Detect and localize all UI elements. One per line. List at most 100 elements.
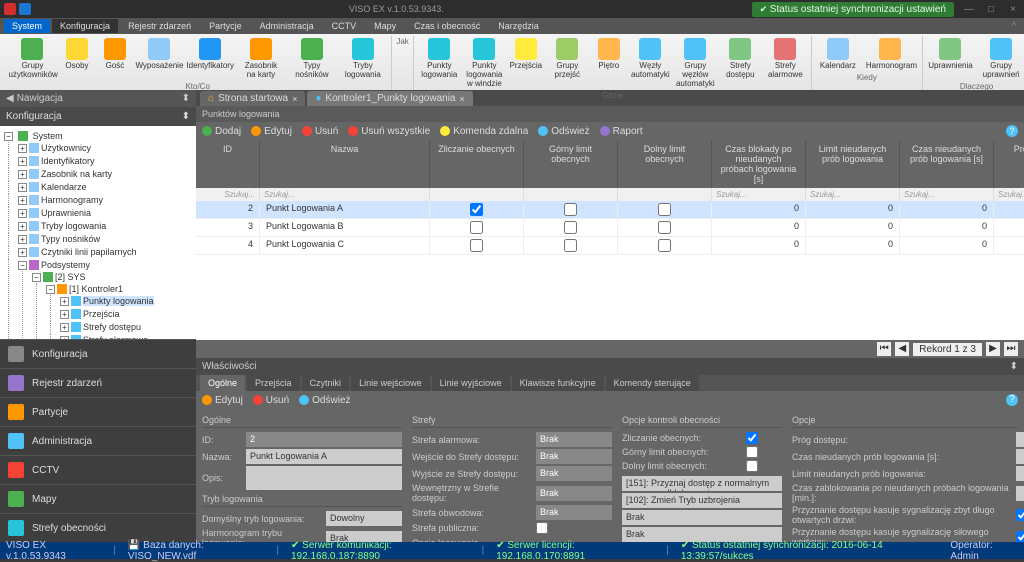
props-tab-klawisze[interactable]: Klawisze funkcyjne [512,375,604,391]
tree-node[interactable]: Harmonogramy [41,195,103,205]
filter-gorny[interactable] [524,188,618,201]
wejscie-field[interactable]: Brak [536,449,612,464]
tree-node[interactable]: Użytkownicy [41,143,91,153]
ribbon-button[interactable]: Punkty logowania [418,36,461,90]
nav-next[interactable]: ▶ [986,342,1000,356]
tree-toggle[interactable]: + [18,183,27,192]
edit-button[interactable]: Edytuj [251,126,292,137]
close-button[interactable]: × [1006,4,1020,15]
menu-czas[interactable]: Czas i obecność [406,19,488,33]
tree-toggle[interactable]: + [18,144,27,153]
remote-cmd-button[interactable]: Komenda zdalna [440,126,528,137]
close-tab-icon[interactable]: × [460,94,465,104]
props-tab-linie-wyj[interactable]: Linie wyjściowe [432,375,510,391]
ribbon-button[interactable]: Grupy uprawnień [976,36,1024,81]
col-dolny[interactable]: Dolny limit obecnych [618,140,712,188]
tree-node[interactable]: Identyfikatory [41,156,95,166]
tree-node[interactable]: Tryby logowania [41,221,106,231]
gorny-check[interactable] [746,446,758,458]
tree-toggle[interactable]: − [32,273,41,282]
left-nav-item[interactable]: Rejestr zdarzeń [0,368,196,397]
filter-nazwa[interactable]: Szukaj... [260,188,430,201]
tree-toggle[interactable]: + [18,235,27,244]
menu-mapy[interactable]: Mapy [366,19,404,33]
props-tab-czytniki[interactable]: Czytniki [302,375,350,391]
col-gorny[interactable]: Górny limit obecnych [524,140,618,188]
help-icon[interactable]: ? [1006,125,1018,137]
col-czas-nieu[interactable]: Czas nieudanych prób logowania [s] [900,140,994,188]
nazwa-field[interactable]: Punkt Logowania A [246,449,402,464]
tree-node-podsystemy[interactable]: Podsystemy [41,260,90,270]
col-limit[interactable]: Limit nieudanych prób logowania [806,140,900,188]
col-zliczanie[interactable]: Zliczanie obecnych [430,140,524,188]
delete-all-button[interactable]: Usuń wszystkie [348,126,430,137]
filter-id[interactable]: Szukaj... [196,188,260,201]
tree-toggle[interactable]: + [18,209,27,218]
tree-node[interactable]: Typy nośników [41,234,100,244]
left-nav-item[interactable]: Mapy [0,484,196,513]
checkbox[interactable] [564,203,577,216]
tree-toggle[interactable]: + [60,310,69,319]
ribbon-button[interactable]: Identyfikatory [186,36,235,81]
tree-toggle[interactable]: − [46,285,55,294]
ribbon-button[interactable]: Kalendarz [816,36,860,72]
left-nav-item[interactable]: Konfiguracja [0,339,196,368]
col-id[interactable]: ID [196,140,260,188]
menu-administracja[interactable]: Administracja [252,19,322,33]
prog-field[interactable]: 1 [1016,432,1024,447]
table-row[interactable]: 2 Punkt Logowania A 0 0 0 Brak [196,201,1024,219]
ribbon-button[interactable]: Węzły automatyki [629,36,672,90]
tree-node[interactable]: Czytniki linii papilarnych [41,247,137,257]
menu-cctv[interactable]: CCTV [324,19,365,33]
menu-system[interactable]: System [4,19,50,33]
czas-nieu-field[interactable]: Brak [1016,449,1024,464]
wyjscie-field[interactable]: Brak [536,466,612,481]
filter-zlicz[interactable] [430,188,524,201]
checkbox[interactable] [470,239,483,252]
tree-node-sys[interactable]: [2] SYS [55,272,86,282]
refresh-button[interactable]: Odśwież [538,126,589,137]
menu-partycje[interactable]: Partycje [201,19,250,33]
tree-node[interactable]: Punkty logowania [83,296,154,306]
tree-toggle[interactable]: + [18,222,27,231]
checkbox[interactable] [658,239,671,252]
ribbon-button[interactable]: Harmonogram [862,36,918,72]
ribbon-button[interactable]: Osoby [59,36,95,81]
props-tab-ogolne[interactable]: Ogólne [200,375,245,391]
strefa-alarm-field[interactable]: Brak [536,432,612,447]
left-nav-item[interactable]: Partycje [0,397,196,426]
ribbon-button[interactable]: Grupy węzłów automatyki [674,36,717,90]
table-row[interactable]: 3 Punkt Logowania B 0 0 0 Brak [196,219,1024,237]
log-zwykle-val2[interactable]: [151]: Przyznaj dostęp z normalnym czase… [622,476,782,491]
nav-last[interactable]: ⏭ [1004,342,1018,356]
ribbon-button[interactable]: Zasobnik na karty [236,36,285,81]
dolny-check[interactable] [746,460,758,472]
strefa-obw-field[interactable]: Brak [536,505,612,520]
tree-toggle[interactable]: + [18,170,27,179]
tab-punkty-logowania[interactable]: ● Kontroler1_Punkty logowania × [307,91,472,106]
tree-toggle[interactable]: + [18,248,27,257]
checkbox[interactable] [470,221,483,234]
col-nazwa[interactable]: Nazwa [260,140,430,188]
ribbon-button[interactable]: Strefy alarmowe [764,36,807,90]
ribbon-button[interactable]: Grupy przejść [546,36,589,90]
props-delete-button[interactable]: Usuń [253,395,289,406]
props-tab-linie-wej[interactable]: Linie wejściowe [351,375,430,391]
menu-narzedzia[interactable]: Narzędzia [490,19,547,33]
menu-konfiguracja[interactable]: Konfiguracja [52,19,118,33]
tree-toggle[interactable]: − [18,261,27,270]
filter-prog[interactable]: Szukaj... [994,188,1024,201]
add-button[interactable]: Dodaj [202,126,241,137]
checkbox[interactable] [564,239,577,252]
props-edit-button[interactable]: Edytuj [202,395,243,406]
ribbon-button[interactable]: Piętro [591,36,627,90]
tree-toggle[interactable]: + [60,336,69,339]
checkbox[interactable] [564,221,577,234]
minimize-button[interactable]: — [962,4,976,15]
ribbon-button[interactable]: Strefy dostępu [719,36,762,90]
table-row[interactable]: 4 Punkt Logowania C 0 0 0 Brak [196,237,1024,255]
ribbon-button[interactable]: Grupy użytkowników [8,36,57,81]
ribbon-button[interactable]: Uprawnienia [927,36,974,81]
left-nav-item[interactable]: Administracja [0,426,196,455]
delete-button[interactable]: Usuń [302,126,338,137]
